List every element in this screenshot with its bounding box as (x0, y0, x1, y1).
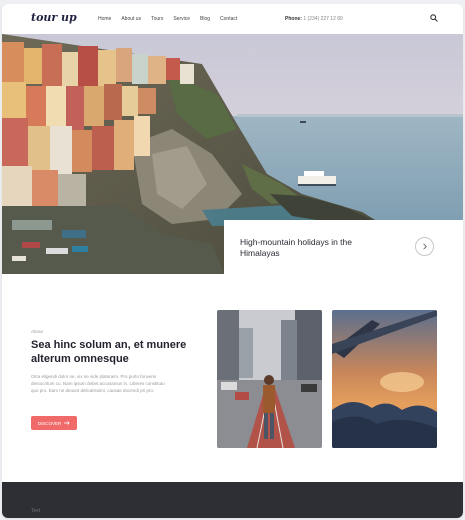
about-body: Olca eligendi dolor ne, vix ne vide plat… (31, 374, 165, 393)
about-label: About (31, 329, 43, 334)
footer: Text (2, 482, 463, 518)
nav-service[interactable]: Service (173, 16, 190, 22)
footer-text: Text (31, 508, 41, 514)
header: tour up Home About us Tours Service Blog… (2, 4, 463, 34)
arrow-right-icon (423, 243, 427, 250)
hero-banner: High-mountain holidays in the Himalayas (2, 34, 463, 274)
hero-next-button[interactable] (415, 237, 434, 256)
nav-home[interactable]: Home (98, 16, 111, 22)
main-nav: Home About us Tours Service Blog Contact (98, 16, 237, 22)
discover-label: DISCOVER (37, 420, 62, 426)
hero-caption: High-mountain holidays in the Himalayas (240, 237, 352, 258)
hero-caption-card: High-mountain holidays in the Himalayas (224, 220, 463, 274)
airplane-window-photo (332, 310, 437, 448)
phone-label: Phone: (285, 16, 302, 22)
nav-tours[interactable]: Tours (151, 16, 163, 22)
nav-contact[interactable]: Contact (220, 16, 237, 22)
page-frame: tour up Home About us Tours Service Blog… (2, 4, 463, 518)
search-icon[interactable] (430, 14, 438, 22)
nav-about[interactable]: About us (121, 16, 141, 22)
discover-button[interactable]: DISCOVER (31, 416, 77, 430)
traveler-photo (217, 310, 322, 448)
phone-info: Phone: 1 (234) 227 12 89 (285, 16, 343, 22)
nav-blog[interactable]: Blog (200, 16, 210, 22)
arrow-right-icon (64, 421, 70, 425)
logo-text: tour up (31, 11, 77, 24)
about-title: Sea hinc solum an, et munere alterum omn… (31, 339, 187, 365)
logo[interactable]: tour up (31, 11, 77, 24)
phone-number[interactable]: 1 (234) 227 12 89 (303, 16, 342, 22)
